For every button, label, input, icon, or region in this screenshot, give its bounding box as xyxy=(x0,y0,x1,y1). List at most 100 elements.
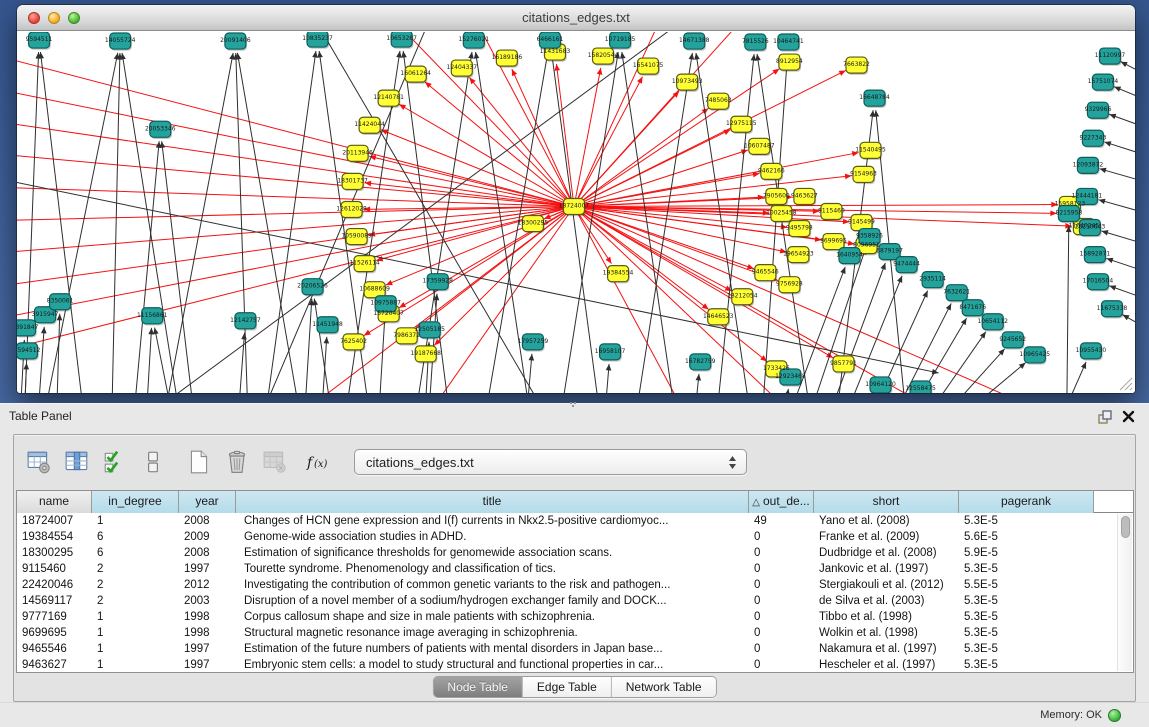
tab-node-table[interactable]: Node Table xyxy=(433,677,523,697)
graph-node-label: 2935114 xyxy=(919,276,946,283)
graph-node-label: 8471676 xyxy=(959,304,986,311)
table-row[interactable]: 2242004622012Investigating the contribut… xyxy=(17,577,1133,593)
graph-edge[interactable] xyxy=(574,197,792,207)
network-view[interactable]: 1872400716061264121407811142404420113946… xyxy=(17,32,1135,393)
cell-pagerank: 5.9E-5 xyxy=(959,545,1094,561)
resize-grip-icon[interactable] xyxy=(1119,377,1133,391)
graph-edge[interactable] xyxy=(167,53,233,393)
graph-window-titlebar[interactable]: citations_edges.txt xyxy=(17,5,1135,31)
graph-edge[interactable] xyxy=(39,327,44,393)
graph-edge[interactable] xyxy=(17,206,574,317)
window-title: citations_edges.txt xyxy=(17,5,1135,30)
table-row[interactable]: 977716911998Corpus callosum shape and si… xyxy=(17,609,1133,625)
graph-node-label: 10835237 xyxy=(302,35,333,42)
graph-edge[interactable] xyxy=(574,205,1058,207)
graph-edge[interactable] xyxy=(239,333,244,393)
graph-edge[interactable] xyxy=(17,57,574,206)
cell-name: 19384554 xyxy=(17,529,92,545)
show-column-icon[interactable] xyxy=(60,445,93,479)
graph-edge[interactable] xyxy=(556,64,574,206)
table-row[interactable]: 1830029562008Estimation of significance … xyxy=(17,545,1133,561)
graph-node-label: 8912954 xyxy=(776,58,803,65)
graph-edge[interactable] xyxy=(112,53,120,393)
dropdown-arrows-icon xyxy=(728,455,737,473)
zoom-button[interactable] xyxy=(68,12,80,24)
graph-edge[interactable] xyxy=(162,141,193,393)
memory-ok-indicator xyxy=(1108,709,1121,722)
graph-edge[interactable] xyxy=(574,70,846,206)
clear-selection-icon[interactable] xyxy=(136,445,169,479)
table-row[interactable]: 969969511998Structural magnetic resonanc… xyxy=(17,625,1133,641)
graph-node-label: 11431683 xyxy=(540,48,571,55)
column-header-in-degree[interactable]: in_degree xyxy=(92,491,179,513)
graph-edge[interactable] xyxy=(434,206,574,345)
column-header-short[interactable]: short xyxy=(814,491,959,513)
graph-node-label: 10975887 xyxy=(370,300,401,307)
graph-edge[interactable] xyxy=(763,54,787,393)
column-header-year[interactable]: year xyxy=(179,491,236,513)
graph-edge[interactable] xyxy=(314,299,329,393)
graph-edge[interactable] xyxy=(122,53,177,393)
graph-node-label: 11526114 xyxy=(349,260,380,267)
graph-edge[interactable] xyxy=(17,206,574,350)
graph-edge[interactable] xyxy=(17,122,574,206)
sort-ascending-icon: △ xyxy=(752,497,760,508)
new-table-icon[interactable] xyxy=(182,445,215,479)
table-settings-icon[interactable] xyxy=(22,445,55,479)
graph-node-label: 10955430 xyxy=(1076,347,1107,354)
cell-out_degree: 0 xyxy=(749,561,814,577)
graph-edge[interactable] xyxy=(1067,226,1069,393)
cell-year: 1997 xyxy=(179,657,236,673)
select-columns-icon[interactable] xyxy=(98,445,131,479)
cell-year: 2003 xyxy=(179,593,236,609)
graph-node-label: 7986372 xyxy=(393,332,420,339)
graph-node-label: 12923468 xyxy=(775,373,806,380)
graph-edge[interactable] xyxy=(469,77,574,206)
table-row[interactable]: 1456911722003Disruption of a novel membe… xyxy=(17,593,1133,609)
cell-out_degree: 49 xyxy=(749,513,814,529)
delete-table-icon[interactable] xyxy=(220,445,253,479)
cell-name: 18300295 xyxy=(17,545,92,561)
column-header-out-degree[interactable]: △out_de... xyxy=(749,491,814,513)
graph-edge[interactable] xyxy=(418,52,472,393)
tab-edge-table[interactable]: Edge Table xyxy=(523,677,612,697)
column-header-title[interactable]: title xyxy=(236,491,749,513)
tab-network-table[interactable]: Network Table xyxy=(612,677,716,697)
cell-pagerank: 5.3E-5 xyxy=(959,561,1094,577)
table-row[interactable]: 1872400712008Changes of HCN gene express… xyxy=(17,513,1133,529)
cell-year: 2008 xyxy=(179,545,236,561)
column-header-pagerank[interactable]: pagerank xyxy=(959,491,1094,513)
graph-edge[interactable] xyxy=(47,53,118,393)
table-rows: 1872400712008Changes of HCN gene express… xyxy=(17,513,1133,673)
vertical-scrollbar[interactable] xyxy=(1117,514,1132,671)
table-selector-dropdown[interactable]: citations_edges.txt xyxy=(354,449,747,475)
minimize-button[interactable] xyxy=(48,12,60,24)
close-panel-icon[interactable] xyxy=(1121,409,1136,424)
function-builder-icon[interactable]: f(x) xyxy=(302,445,335,479)
graph-edge[interactable] xyxy=(902,303,952,393)
close-button[interactable] xyxy=(28,12,40,24)
table-row[interactable]: 911546021997Tourette syndrome. Phenomeno… xyxy=(17,561,1133,577)
float-window-icon[interactable] xyxy=(1097,409,1113,425)
graph-edge[interactable] xyxy=(574,206,767,361)
graph-edge[interactable] xyxy=(380,316,385,393)
graph-edge[interactable] xyxy=(236,53,248,393)
network-svg[interactable]: 1872400716061264121407811142404420113946… xyxy=(17,32,1135,393)
scrollbar-thumb[interactable] xyxy=(1121,516,1130,538)
graph-edge[interactable] xyxy=(147,328,151,393)
graph-edge[interactable] xyxy=(306,299,312,393)
graph-node-label: 19187668 xyxy=(410,350,441,357)
graph-edge[interactable] xyxy=(980,363,1026,393)
graph-edge[interactable] xyxy=(574,108,709,206)
column-header-name[interactable]: name xyxy=(17,491,92,513)
table-row[interactable]: 1938455462009Genome-wide association stu… xyxy=(17,529,1133,545)
graph-edge[interactable] xyxy=(40,52,82,393)
table-panel-header: Table Panel xyxy=(0,404,1149,430)
table-toolbar: f(x) citations_edges.txt xyxy=(22,442,747,482)
graph-edge[interactable] xyxy=(267,51,315,393)
graph-edge[interactable] xyxy=(399,104,574,206)
graph-node-label: 9245652 xyxy=(999,336,1026,343)
graph-edge[interactable] xyxy=(57,314,60,393)
table-row[interactable]: 946362711997Embryonic stem cells: a mode… xyxy=(17,657,1133,673)
table-row[interactable]: 946554611997Estimation of the future num… xyxy=(17,641,1133,657)
